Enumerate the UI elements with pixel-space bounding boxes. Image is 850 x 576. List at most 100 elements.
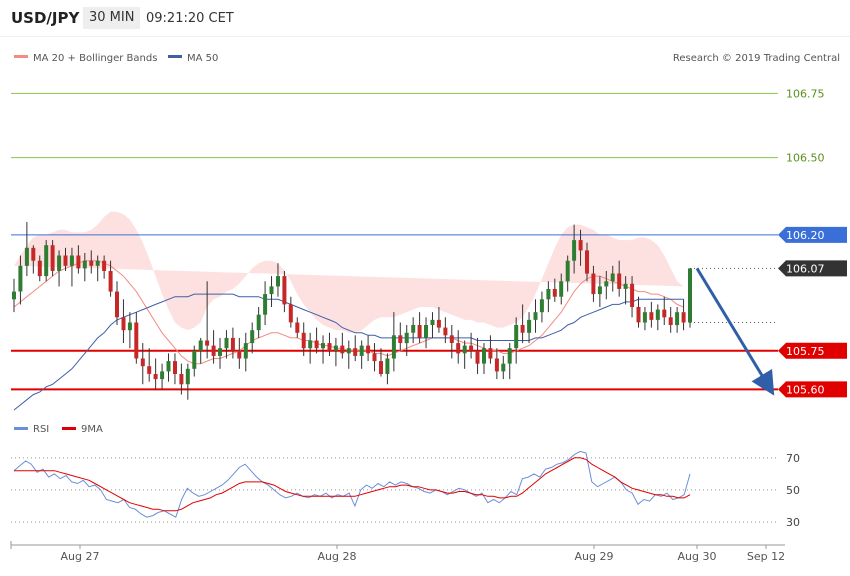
bear-candle-body — [230, 337, 235, 351]
bull-candle-body — [610, 273, 615, 282]
candle — [456, 330, 461, 364]
bear-candle-body — [50, 245, 55, 271]
candle — [494, 348, 499, 380]
bear-candle-body — [147, 366, 152, 374]
candle — [269, 276, 274, 308]
price-chart: 106.75 106.50 106.20 106.07 105.75 105.60 MA … — [10, 53, 847, 563]
bear-candle-body — [301, 332, 306, 349]
bear-candle-body — [366, 345, 371, 354]
bb-legend-label: MA 20 + Bollinger Bands — [33, 53, 157, 64]
support-tag-label: 105.60 — [786, 383, 825, 396]
candle — [636, 296, 641, 328]
candle — [462, 340, 467, 369]
bear-candle-body — [173, 361, 177, 374]
rsi-tick-label: 30 — [786, 516, 800, 529]
bear-candle-body — [475, 350, 480, 364]
bb-legend-swatch — [14, 55, 28, 58]
bull-candle-body — [688, 268, 692, 323]
candle — [166, 353, 171, 382]
candle — [153, 358, 158, 390]
price-tags: 106.75 106.50 106.20 106.07 105.75 105.60 — [778, 87, 847, 398]
bear-candle-body — [578, 240, 583, 251]
bear-candle-body — [134, 322, 139, 359]
candle — [546, 281, 551, 313]
candle — [424, 317, 428, 349]
bear-candle-body — [591, 273, 596, 295]
target-level-label: 106.50 — [786, 152, 825, 165]
candle — [366, 335, 371, 362]
candle — [668, 307, 673, 333]
forecast-arrow-line — [695, 267, 775, 396]
candle — [237, 337, 242, 369]
bear-candle-body — [327, 343, 332, 351]
bear-candle-body — [520, 325, 525, 333]
target-level-label: 106.75 — [786, 87, 825, 100]
candle — [469, 332, 474, 359]
candle — [565, 255, 570, 292]
candle — [501, 355, 506, 380]
candle — [115, 281, 119, 326]
bear-candle-body — [179, 374, 184, 385]
candle — [327, 332, 332, 356]
bear-candle-body — [552, 289, 557, 297]
bull-candle-body — [411, 325, 416, 333]
bull-candle-body — [95, 260, 100, 266]
candle — [527, 312, 532, 344]
bull-candle-body — [597, 286, 602, 295]
bull-candle-body — [263, 294, 268, 315]
bull-candle-body — [256, 314, 261, 331]
candle — [224, 330, 229, 359]
candle — [218, 337, 222, 369]
bear-candle-body — [31, 247, 36, 261]
bear-candle-body — [121, 317, 126, 331]
candle — [398, 322, 403, 351]
price-legend: MA 20 + Bollinger Bands MA 50 Research ©… — [14, 53, 840, 64]
bear-candle-body — [617, 273, 622, 289]
candle — [314, 327, 319, 354]
bear-candle-body — [340, 345, 345, 354]
bear-candle-body — [89, 260, 94, 266]
candle — [127, 312, 132, 349]
bull-candle-body — [404, 332, 409, 344]
candle — [140, 343, 145, 385]
candle — [340, 332, 345, 359]
bear-candle-body — [108, 271, 113, 292]
bear-candle-body — [668, 317, 673, 325]
bear-candle-body — [681, 312, 686, 323]
candle — [160, 363, 165, 390]
rsi-legend-label: RSI — [33, 424, 49, 435]
bull-candle-body — [359, 345, 364, 356]
bear-candle-body — [63, 255, 68, 266]
bull-candle-body — [44, 245, 49, 277]
bull-candle-body — [276, 276, 280, 287]
candle — [443, 317, 448, 344]
bull-candle-body — [185, 368, 190, 385]
bull-candle-body — [655, 309, 660, 320]
bear-candle-body — [443, 327, 448, 336]
candle — [488, 335, 493, 364]
candle — [507, 343, 512, 380]
bear-candle-body — [398, 335, 403, 343]
candle — [121, 299, 126, 344]
candle — [681, 299, 686, 331]
last-price-tag-label: 106.07 — [786, 262, 825, 275]
bull-candle-body — [527, 319, 532, 333]
candle — [31, 245, 36, 274]
x-tick-label: Aug 27 — [61, 550, 100, 563]
bull-candle-body — [250, 330, 255, 344]
bear-candle-body — [115, 291, 119, 318]
candle — [539, 291, 544, 323]
rsi-legend: RSI 9MA — [14, 424, 103, 435]
bull-candle-body — [82, 260, 87, 269]
bear-candle-body — [649, 312, 654, 320]
bear-candle-body — [662, 309, 667, 318]
bear-candle-body — [288, 304, 293, 323]
bull-candle-body — [24, 247, 29, 266]
ma50-legend-swatch — [168, 55, 182, 58]
bull-candle-body — [507, 348, 512, 364]
bear-candle-body — [494, 358, 499, 372]
candle — [385, 353, 390, 385]
rsi-tick-label: 70 — [786, 452, 800, 465]
candle — [649, 301, 654, 328]
bull-candle-body — [166, 361, 171, 372]
